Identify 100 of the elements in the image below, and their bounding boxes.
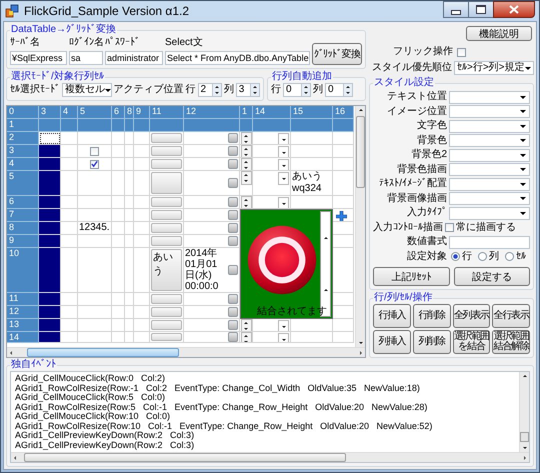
dropdown[interactable] xyxy=(449,120,530,133)
operation-button[interactable]: 列削除 xyxy=(412,330,450,354)
date-picker-button[interactable] xyxy=(228,265,238,275)
row-header[interactable]: 8 xyxy=(7,222,39,235)
grid-cell[interactable] xyxy=(39,293,61,306)
column-header[interactable]: 14 xyxy=(253,106,291,119)
dropdown[interactable] xyxy=(449,105,530,118)
operation-button[interactable]: 行削除 xyxy=(412,304,450,328)
operation-button[interactable]: 全列表示 xyxy=(452,304,490,328)
row-header[interactable]: 7 xyxy=(7,209,39,222)
operation-button[interactable]: 選択範囲結合解除 xyxy=(492,330,530,354)
grid-cell xyxy=(61,306,78,319)
column-header[interactable]: 4 xyxy=(61,106,78,119)
grid-cell[interactable] xyxy=(39,248,61,293)
grid-cell[interactable] xyxy=(39,171,61,196)
operation-button[interactable]: 列挿入 xyxy=(373,330,411,354)
text-field[interactable]: sa xyxy=(69,51,103,65)
style-button[interactable]: 上記ﾘｾｯﾄ xyxy=(373,267,450,286)
checkbox[interactable] xyxy=(90,160,99,168)
vertical-scrollbar[interactable] xyxy=(519,372,529,452)
number-field[interactable]: 0 xyxy=(325,83,353,97)
text-field[interactable]: administrator xyxy=(105,51,163,65)
grid-cell[interactable] xyxy=(39,196,61,209)
radio-button[interactable] xyxy=(451,252,460,262)
column-header[interactable]: 11 xyxy=(150,106,184,119)
checkbox[interactable] xyxy=(457,48,466,56)
number-field[interactable]: 3 xyxy=(236,83,260,97)
cell-button[interactable]: あいう xyxy=(151,249,182,291)
grid-cell[interactable] xyxy=(39,235,61,248)
grid-cell[interactable] xyxy=(39,158,61,171)
column-header[interactable]: 15 xyxy=(291,106,333,119)
text-field[interactable]: ¥SqlExpress xyxy=(10,51,67,65)
grid-cell xyxy=(333,248,354,293)
dropdown[interactable] xyxy=(449,163,530,176)
operation-button[interactable]: 行挿入 xyxy=(373,304,411,328)
grid-cell[interactable] xyxy=(39,145,61,158)
number-field[interactable]: 2 xyxy=(198,83,222,97)
maximize-button[interactable] xyxy=(468,1,494,18)
column-header[interactable]: 0 xyxy=(7,106,39,119)
row-header[interactable]: 2 xyxy=(7,132,39,145)
spin-button[interactable] xyxy=(240,171,252,185)
text-field[interactable] xyxy=(449,236,530,249)
dropdown-button[interactable] xyxy=(278,197,289,208)
checkbox[interactable] xyxy=(90,146,99,156)
column-header[interactable]: 9 xyxy=(134,106,150,119)
row-header[interactable]: 9 xyxy=(7,235,39,248)
row-header[interactable]: 3 xyxy=(7,145,39,158)
dropdown-button[interactable] xyxy=(278,320,289,331)
row-header[interactable]: 11 xyxy=(7,293,39,306)
grid-cell[interactable] xyxy=(39,132,61,145)
text-field[interactable]: Select * From AnyDB.dbo.AnyTable xyxy=(165,51,310,65)
grid-cell[interactable] xyxy=(39,332,61,343)
column-header[interactable]: 8 xyxy=(125,106,134,119)
radio-button[interactable] xyxy=(505,252,514,262)
grid-cell xyxy=(78,319,112,332)
row-header[interactable]: 10 xyxy=(7,248,39,293)
row-header[interactable]: 14 xyxy=(7,332,39,343)
row-header[interactable]: 1 xyxy=(7,119,39,132)
column-header[interactable]: 6 xyxy=(112,106,125,119)
help-button[interactable]: 機能説明 xyxy=(466,26,532,41)
dropdown[interactable] xyxy=(449,178,530,191)
row-header[interactable]: 12 xyxy=(7,306,39,319)
grid-cell xyxy=(61,248,78,293)
row-header[interactable]: 5 xyxy=(7,171,39,196)
row-header[interactable]: 13 xyxy=(7,319,39,332)
column-header[interactable]: 3 xyxy=(39,106,61,119)
vertical-scrollbar[interactable] xyxy=(355,106,365,347)
grid-cell xyxy=(78,248,112,293)
operation-button[interactable]: 選択範囲を結合 xyxy=(452,330,490,354)
dropdown[interactable] xyxy=(449,192,530,206)
grid-cell[interactable] xyxy=(39,209,61,222)
dropdown[interactable] xyxy=(449,148,530,162)
row-header[interactable]: 6 xyxy=(7,196,39,209)
radio-button[interactable] xyxy=(478,252,487,262)
dropdown[interactable] xyxy=(449,90,530,104)
column-header[interactable]: 1 xyxy=(240,106,253,119)
plus-icon[interactable] xyxy=(336,211,347,221)
number-field[interactable]: 0 xyxy=(283,83,311,97)
dropdown[interactable] xyxy=(449,134,530,148)
dropdown[interactable] xyxy=(449,206,530,220)
convert-button[interactable]: ｸﾞﾘｯﾄﾞ変換 xyxy=(312,43,362,65)
event-log[interactable] xyxy=(10,371,530,463)
checkbox[interactable] xyxy=(445,223,454,232)
grid-cell[interactable] xyxy=(39,319,61,332)
grid-cell[interactable] xyxy=(39,222,61,235)
column-header[interactable]: 16 xyxy=(333,106,354,119)
minimize-button[interactable] xyxy=(443,1,469,18)
dropdown-button[interactable] xyxy=(278,159,289,170)
dropdown-button[interactable] xyxy=(278,146,289,157)
style-button[interactable]: 設定する xyxy=(454,267,530,286)
dropdown-button[interactable] xyxy=(278,133,289,144)
grid-cell[interactable] xyxy=(39,306,61,319)
column-header[interactable]: 12 xyxy=(184,106,240,119)
dropdown[interactable]: 複数セル xyxy=(62,83,112,97)
horizontal-scrollbar[interactable] xyxy=(7,347,365,357)
horizontal-scrollbar[interactable] xyxy=(11,452,529,462)
operation-button[interactable]: 全行表示 xyxy=(492,304,530,328)
close-button[interactable] xyxy=(493,1,535,18)
row-header[interactable]: 4 xyxy=(7,158,39,171)
column-header[interactable]: 5 xyxy=(78,106,112,119)
